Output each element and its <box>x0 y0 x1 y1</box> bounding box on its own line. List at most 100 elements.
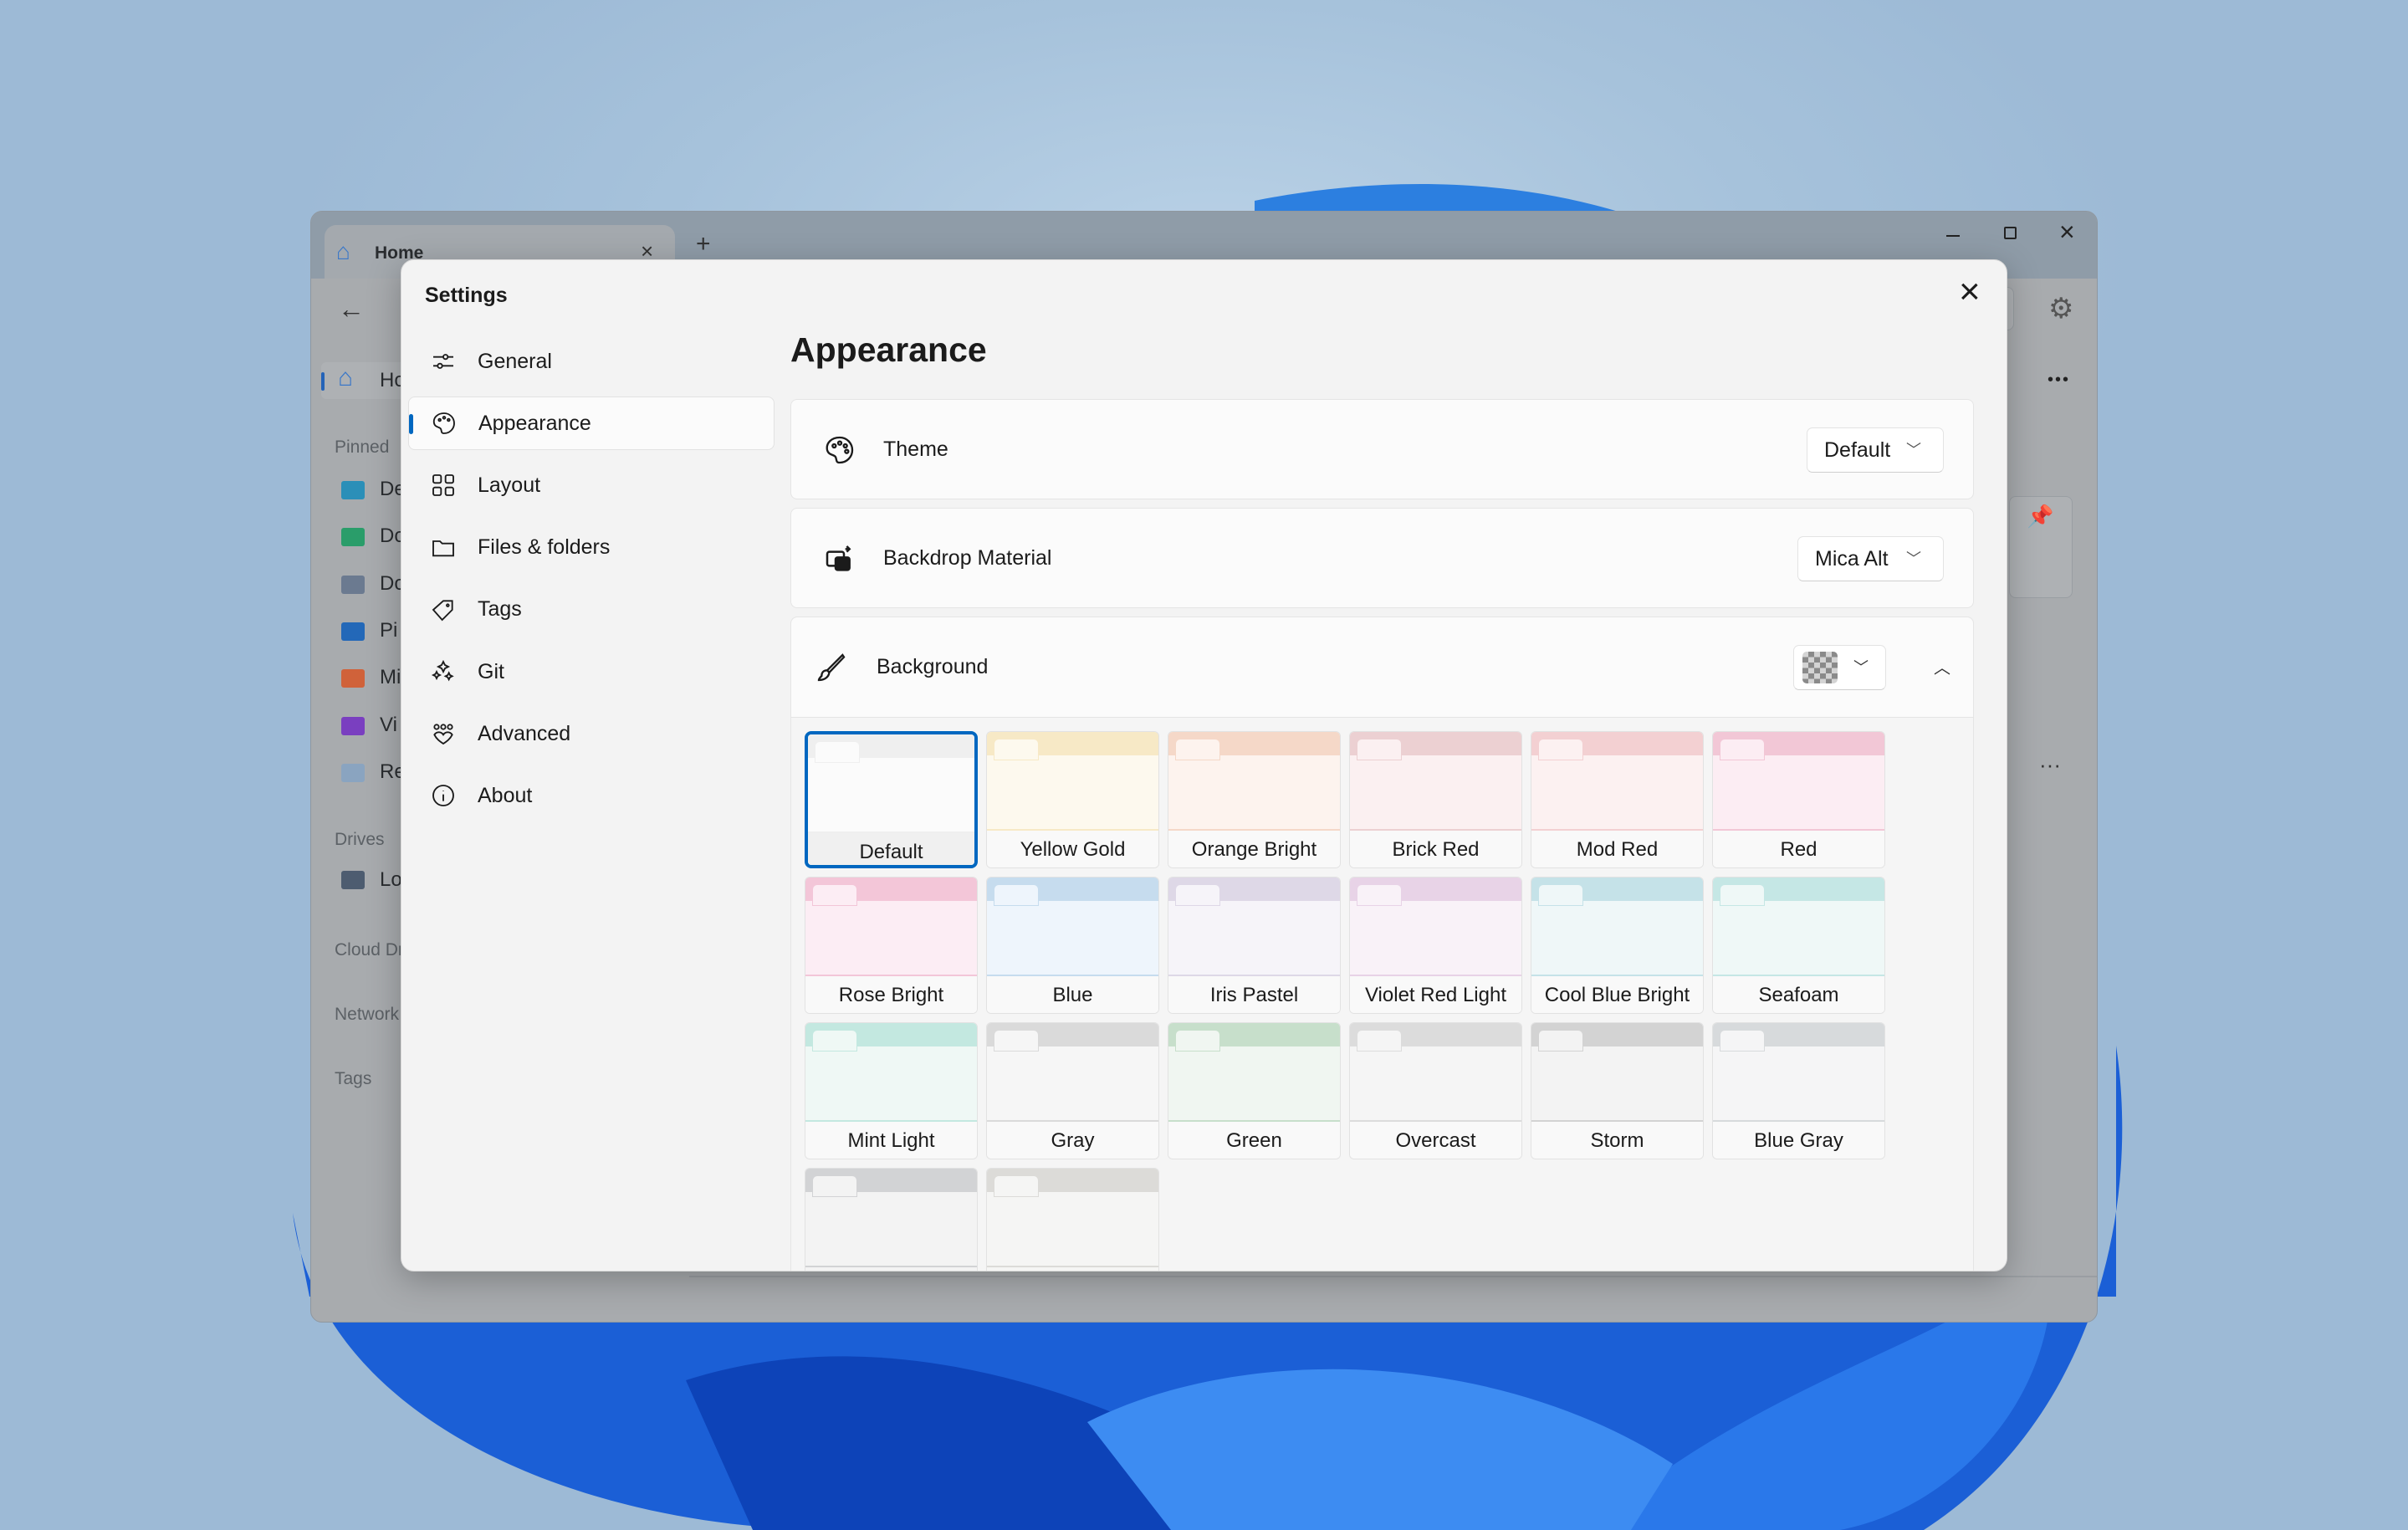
tile-body <box>808 758 974 832</box>
background-dropdown[interactable]: ﹀ <box>1793 645 1886 690</box>
tile-label: Violet Red Light <box>1350 976 1521 1013</box>
new-tab-icon[interactable]: + <box>696 230 711 258</box>
tile-body <box>1713 755 1884 829</box>
tile-label: Brick Red <box>1350 831 1521 867</box>
info-icon <box>432 785 454 807</box>
close-window-icon[interactable]: × <box>2059 217 2075 248</box>
tile-body <box>1713 901 1884 975</box>
tile-body <box>1531 1046 1703 1120</box>
folder-tab-icon <box>812 1175 857 1197</box>
background-tile[interactable]: Red <box>1712 731 1885 868</box>
nav-item-general[interactable]: General <box>408 335 775 388</box>
maximize-icon[interactable] <box>2004 227 2017 239</box>
tile-label: Default <box>808 833 974 865</box>
nav-label: Tags <box>478 597 522 622</box>
tile-body <box>1168 901 1340 975</box>
theme-dropdown[interactable]: Default ﹀ <box>1807 427 1944 473</box>
background-tile[interactable]: Overcast <box>1349 1022 1522 1159</box>
pin-icon[interactable]: 📌 <box>2027 504 2053 530</box>
collapse-chevron-up-icon[interactable]: ︿ <box>1934 654 1950 678</box>
tile-label: Blue <box>987 976 1158 1013</box>
theme-label: Theme <box>883 438 948 461</box>
tile-body <box>1350 755 1521 829</box>
nav-item-advanced[interactable]: Advanced <box>408 707 775 760</box>
nav-label: Layout <box>478 473 541 497</box>
tile-label: Yellow Gold <box>987 831 1158 867</box>
background-tile[interactable]: Mint Light <box>805 1022 978 1159</box>
folder-icon <box>341 669 365 688</box>
status-bar <box>689 1276 2097 1277</box>
background-tile[interactable]: Iris Pastel <box>1168 877 1341 1014</box>
tile-body <box>987 901 1158 975</box>
background-tile[interactable]: Blue <box>986 877 1159 1014</box>
more-options-button[interactable]: ••• <box>2048 371 2070 390</box>
background-tile[interactable]: Brick Red <box>1349 731 1522 868</box>
folder-tab-icon <box>1357 739 1402 760</box>
background-header[interactable]: Background ﹀ ︿ <box>791 617 1973 718</box>
folder-tab-icon <box>1357 884 1402 906</box>
tile-body <box>805 1046 977 1120</box>
backdrop-value: Mica Alt <box>1815 546 1889 571</box>
nav-item-git[interactable]: Git <box>408 645 775 698</box>
background-tile[interactable]: Mod Red <box>1531 731 1704 868</box>
nav-item-layout[interactable]: Layout <box>408 458 775 512</box>
background-tile[interactable]: Gray <box>986 1022 1159 1159</box>
folder-tab-icon <box>1175 739 1220 760</box>
sparkle-icon <box>431 659 454 682</box>
nav-item-about[interactable]: About <box>408 769 775 822</box>
background-tile[interactable]: Seafoam <box>1712 877 1885 1014</box>
home-icon: ⌂ <box>338 364 354 391</box>
close-dialog-button[interactable]: × <box>1959 274 1981 310</box>
nav-item-tags[interactable]: Tags <box>408 583 775 637</box>
folder-tab-icon <box>1720 739 1765 760</box>
pinned-item-label: Vi <box>380 713 397 736</box>
chevron-down-icon: ﹀ <box>1906 550 1921 567</box>
nav-label: General <box>478 349 552 373</box>
tile-body <box>987 1192 1158 1266</box>
tile-body <box>1168 1046 1340 1120</box>
people-icon <box>433 724 453 745</box>
back-icon[interactable]: ← <box>338 294 365 325</box>
nav-item-files-folders[interactable]: Files & folders <box>408 521 775 575</box>
chevron-down-icon: ﹀ <box>1906 442 1921 458</box>
background-tile[interactable]: Storm <box>1531 1022 1704 1159</box>
drive-label: Lo <box>380 868 402 891</box>
tile-body <box>1168 755 1340 829</box>
folder-icon <box>341 716 365 735</box>
tile-label: Rose Bright <box>805 976 977 1013</box>
folder-tab-icon <box>812 884 857 906</box>
pinned-card[interactable]: 📌 <box>2009 496 2073 598</box>
background-label: Background <box>877 655 989 678</box>
folder-icon <box>341 528 365 547</box>
minimize-icon[interactable] <box>1946 235 1960 237</box>
nav-label: Advanced <box>478 721 571 745</box>
folder-tab-icon <box>994 1175 1039 1197</box>
folder-tab-icon <box>812 1030 857 1052</box>
background-tile[interactable]: Rose Bright <box>805 877 978 1014</box>
tile-body <box>987 1046 1158 1120</box>
tag-icon <box>432 600 453 622</box>
backdrop-label: Backdrop Material <box>883 546 1052 570</box>
background-tile[interactable]: Yellow Gold <box>986 731 1159 868</box>
folder-tab-icon <box>1175 1030 1220 1052</box>
nav-label: Git <box>478 659 504 683</box>
settings-gear-icon[interactable]: ⚙ <box>2048 292 2073 325</box>
background-tile[interactable]: Blue Gray <box>1712 1022 1885 1159</box>
folder-tab-icon <box>994 884 1039 906</box>
background-tile[interactable]: Default <box>805 731 978 868</box>
backdrop-dropdown[interactable]: Mica Alt ﹀ <box>1797 536 1944 581</box>
tile-label: Red <box>1713 831 1884 867</box>
palette-icon <box>826 436 854 464</box>
background-tile[interactable]: Orange Bright <box>1168 731 1341 868</box>
pinned-item-label: Mi <box>380 666 401 689</box>
background-tile[interactable]: Green <box>1168 1022 1341 1159</box>
more-options-small[interactable]: ··· <box>2039 752 2061 778</box>
background-tile[interactable]: Cool Blue Bright <box>1531 877 1704 1014</box>
background-tile[interactable] <box>805 1168 978 1271</box>
background-tile[interactable] <box>986 1168 1159 1271</box>
nav-label: Appearance <box>478 411 591 435</box>
checkerboard-swatch-icon <box>1802 652 1838 683</box>
nav-item-appearance[interactable]: Appearance <box>408 397 775 451</box>
background-tile[interactable]: Violet Red Light <box>1349 877 1522 1014</box>
tile-label: Orange Bright <box>1168 831 1340 867</box>
